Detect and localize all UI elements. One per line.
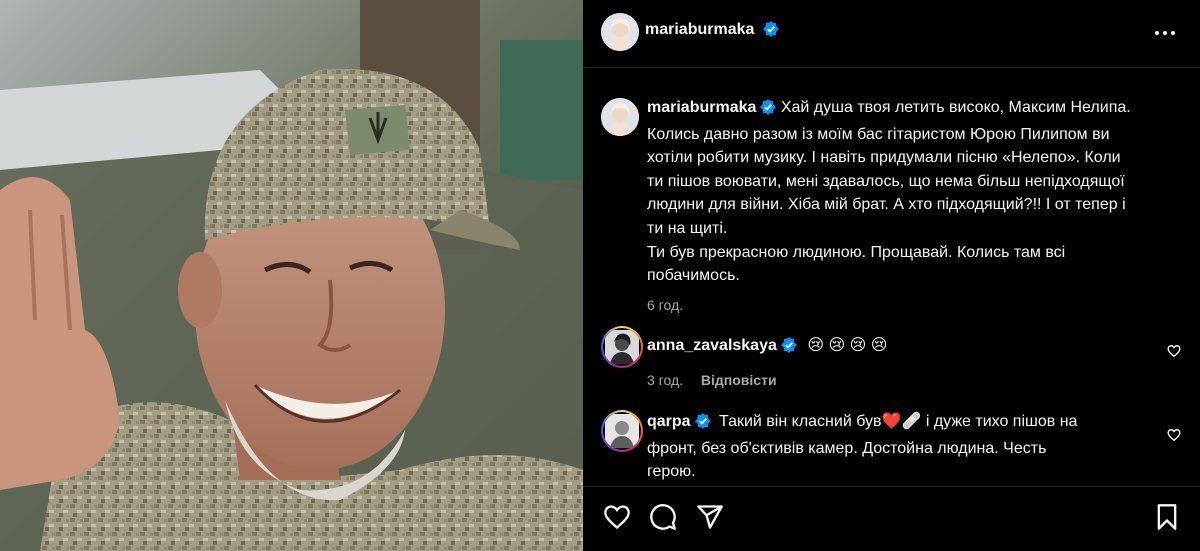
commenter-avatar-image: [605, 414, 639, 448]
commenter-username[interactable]: anna_zavalskaya: [647, 337, 777, 354]
author-username[interactable]: mariaburmaka: [645, 21, 754, 38]
caption-line: Ти був прекрасною людиною. Прощавай. Кол…: [647, 243, 1066, 261]
verified-badge-icon: [760, 99, 777, 123]
comment-meta: 3 год. Відповісти: [647, 369, 1181, 393]
post-header: mariaburmaka: [583, 0, 1200, 68]
caption-text: mariaburmaka Хай душа твоя летить високо…: [647, 96, 1181, 317]
comment-item: anna_zavalskaya 😢 😢 😢 😢 3 год. Відповіст…: [601, 326, 1181, 392]
commenter-avatar[interactable]: [601, 326, 643, 368]
commenter-username[interactable]: qarpa: [647, 413, 691, 430]
caption-line: ти пішов воювати, мені здавалось, що нем…: [647, 172, 1125, 190]
soldier-photo-illustration: [0, 0, 583, 551]
comment-like-heart-icon[interactable]: [1167, 344, 1181, 363]
instagram-post: mariaburmaka mariaburmaka Хай душа твоя …: [0, 0, 1200, 551]
caption-line: побачимось.: [647, 267, 740, 285]
caption-line: Колись давно разом із моїм бас гітаристо…: [647, 125, 1110, 143]
reply-button[interactable]: Відповісти: [701, 372, 777, 388]
commenter-avatar[interactable]: [601, 410, 643, 452]
bookmark-icon[interactable]: [1153, 503, 1181, 536]
caption-username[interactable]: mariaburmaka: [647, 99, 756, 116]
author-avatar[interactable]: [601, 13, 639, 51]
caption-author-avatar[interactable]: [601, 98, 639, 136]
verified-badge-icon: [762, 21, 779, 42]
comment-item: qarpa Такий він класний був❤️🩹 і дуже ти…: [601, 410, 1181, 484]
author-avatar-image: [601, 13, 639, 51]
comment-icon[interactable]: [649, 503, 677, 536]
caption-timestamp[interactable]: 6 год.: [647, 294, 1181, 318]
comment-like-heart-icon[interactable]: [1167, 428, 1181, 447]
commenter-avatar-image: [605, 330, 639, 364]
verified-badge-icon: [780, 337, 797, 361]
verified-badge-icon: [694, 413, 711, 437]
heart-icon[interactable]: [603, 503, 631, 536]
caption-avatar-image: [601, 98, 639, 136]
share-icon[interactable]: [696, 503, 724, 536]
comment-text-line: фронт, без об'єктивів камер. Достойна лю…: [647, 439, 1047, 457]
post-action-bar: [583, 486, 1200, 551]
caption-line: людини для війни. Хіба мій брат. А хто п…: [647, 196, 1126, 214]
comment-text: 😢 😢 😢 😢: [807, 337, 888, 354]
post-side-panel: mariaburmaka mariaburmaka Хай душа твоя …: [583, 0, 1200, 551]
caption-line: ти на щиті.: [647, 219, 728, 237]
post-photo[interactable]: [0, 0, 583, 551]
comment-timestamp[interactable]: 3 год.: [647, 372, 683, 388]
comment-text-line: Такий він класний був❤️🩹 і дуже тихо піш…: [719, 413, 1078, 430]
comment-text-line: герою.: [647, 463, 696, 481]
caption-line: хотіли робити музику. І навіть придумали…: [647, 149, 1121, 167]
more-options-icon[interactable]: [1154, 22, 1176, 49]
post-caption: mariaburmaka Хай душа твоя летить високо…: [601, 96, 1181, 317]
caption-line: Хай душа твоя летить високо, Максим Нели…: [780, 99, 1131, 116]
